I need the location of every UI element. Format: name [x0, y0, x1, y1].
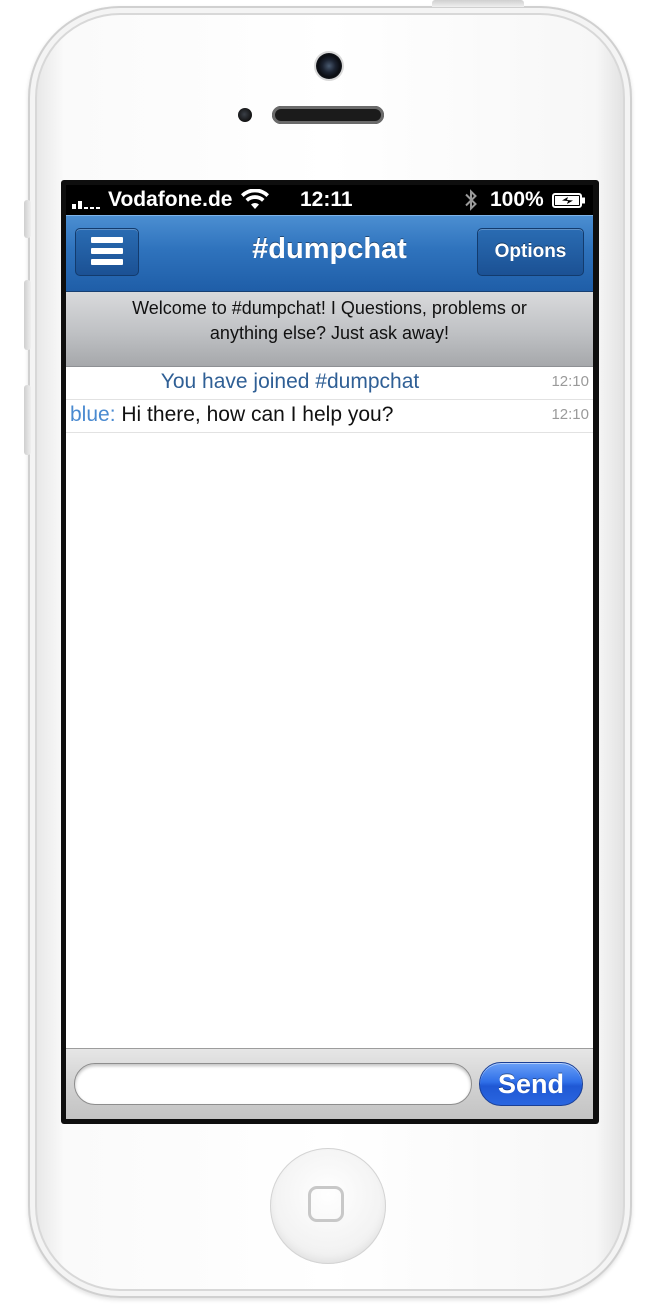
- topic-text: Welcome to #dumpchat! I Questions, probl…: [132, 298, 527, 343]
- send-button[interactable]: Send: [479, 1062, 583, 1106]
- message-list[interactable]: You have joined #dumpchat 12:10 blue: Hi…: [66, 367, 593, 1048]
- message-timestamp: 12:10: [551, 373, 589, 390]
- message-input[interactable]: [74, 1063, 472, 1105]
- battery-percent: 100%: [490, 188, 544, 211]
- input-bar: Send: [66, 1048, 593, 1119]
- proximity-sensor: [238, 108, 252, 122]
- clock: 12:11: [300, 188, 353, 211]
- options-button[interactable]: Options: [477, 228, 584, 276]
- battery-icon: [552, 193, 585, 208]
- wifi-icon: [241, 189, 269, 209]
- carrier-name: Vodafone.de: [108, 188, 233, 211]
- volume-up-button: [24, 280, 31, 350]
- message-nick[interactable]: blue:: [70, 403, 116, 426]
- message-row-system: You have joined #dumpchat 12:10: [66, 367, 593, 400]
- signal-icon: [72, 195, 106, 209]
- mute-switch: [24, 200, 31, 238]
- front-camera: [316, 53, 342, 79]
- home-button[interactable]: [270, 1148, 386, 1264]
- bluetooth-icon: [465, 189, 477, 211]
- home-square-icon: [308, 1186, 344, 1222]
- message-row: blue: Hi there, how can I help you? 12:1…: [66, 400, 593, 433]
- power-button: [432, 0, 524, 7]
- message-text: Hi there, how can I help you?: [121, 403, 394, 426]
- volume-down-button: [24, 385, 31, 455]
- screen: Vodafone.de 12:11 100% #dumpchat Options…: [66, 185, 593, 1119]
- message-timestamp: 12:10: [551, 406, 589, 423]
- message-body: blue: Hi there, how can I help you?: [70, 403, 393, 427]
- system-message-text: You have joined #dumpchat: [160, 370, 420, 393]
- earpiece-speaker: [272, 106, 384, 124]
- status-bar: Vodafone.de 12:11 100%: [66, 185, 593, 215]
- topic-banner: Welcome to #dumpchat! I Questions, probl…: [66, 292, 593, 367]
- nav-bar: #dumpchat Options: [66, 215, 593, 292]
